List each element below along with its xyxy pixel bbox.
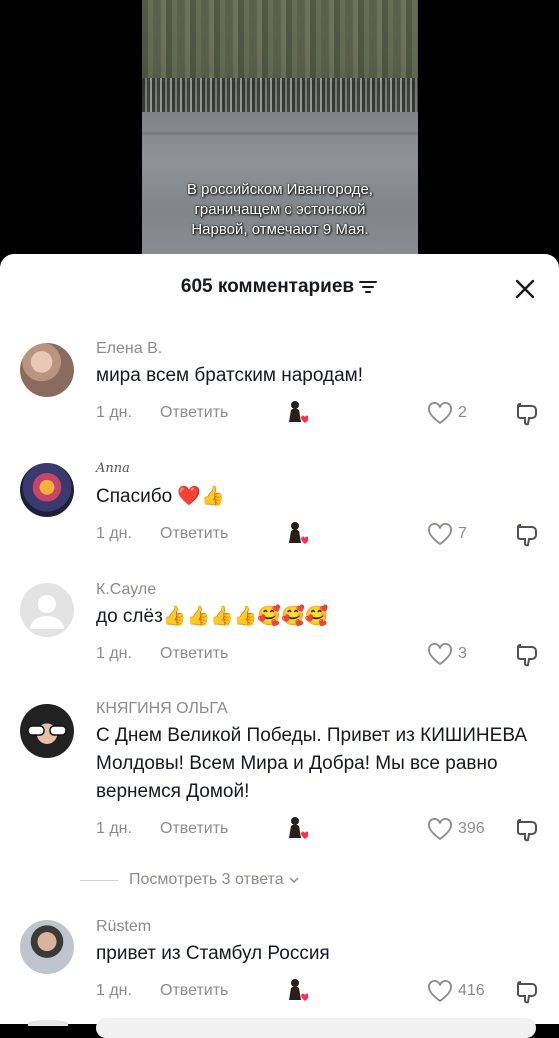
like-count: 2 — [458, 404, 467, 421]
caption-line: граничащем с эстонской — [194, 201, 366, 218]
caption-line: В российском Ивангороде, — [187, 181, 373, 198]
reply-button[interactable]: Ответить — [160, 982, 228, 1000]
creator-liked-icon — [289, 817, 308, 839]
avatar[interactable] — [20, 583, 74, 637]
video-trees — [142, 0, 418, 82]
comment-text: Спасибо ❤️👍 — [96, 486, 225, 507]
video-crowd — [142, 78, 418, 112]
default-avatar-icon — [30, 595, 64, 629]
like-count: 7 — [458, 525, 467, 542]
comment-text: С Днем Великой Победы. Привет из КИШИНЕВ… — [96, 725, 528, 802]
view-replies[interactable]: Посмотреть 3 ответа — [80, 869, 540, 893]
comment-author[interactable]: Rüstem — [96, 918, 151, 936]
heart-icon — [428, 980, 452, 1003]
chevron-down-icon — [289, 877, 299, 883]
comment-time: 1 дн. — [96, 525, 132, 542]
dislike-icon[interactable] — [516, 522, 544, 550]
avatar[interactable] — [20, 343, 74, 397]
comment-author[interactable]: Елена В. — [96, 340, 162, 358]
dislike-icon[interactable] — [516, 642, 544, 670]
heart-icon — [428, 402, 452, 425]
like-count: 3 — [458, 645, 467, 662]
reply-button[interactable]: Ответить — [160, 645, 228, 663]
comment-author[interactable]: КНЯГИНЯ ОЛЬГА — [96, 700, 228, 718]
comment-time: 1 дн. — [96, 820, 132, 837]
caption-line: Нарвой, отмечают 9 Мая. — [191, 221, 369, 238]
avatar[interactable] — [20, 704, 74, 758]
view-replies-text: Посмотреть 3 ответа — [129, 871, 284, 888]
comments-sheet: 605 комментариев Елена В. мира всем брат… — [0, 254, 559, 1038]
creator-liked-icon — [289, 522, 308, 544]
comment-text: привет из Стамбул Россия — [96, 943, 330, 964]
avatar[interactable] — [20, 920, 74, 974]
heart-icon — [428, 643, 452, 666]
dislike-icon[interactable] — [516, 817, 544, 845]
view-replies-label[interactable]: Посмотреть 3 ответа — [129, 871, 300, 889]
dislike-icon[interactable] — [516, 401, 544, 429]
reply-button[interactable]: Ответить — [160, 404, 228, 422]
close-icon[interactable] — [512, 276, 538, 302]
reply-button[interactable]: Ответить — [160, 525, 228, 543]
comments-header: 605 комментариев — [0, 254, 559, 320]
comment-time: 1 дн. — [96, 982, 132, 999]
heart-icon — [428, 523, 452, 546]
sunglasses-icon — [27, 725, 67, 736]
video-caption: В российском Ивангороде, граничащем с эс… — [142, 180, 418, 240]
comment-time: 1 дн. — [96, 645, 132, 662]
comment-text: до слёз👍👍👍👍🥰🥰🥰 — [96, 606, 329, 627]
heart-icon — [428, 818, 452, 841]
comment-author[interactable]: К.Сауле — [96, 581, 156, 599]
comments-count-label: 605 комментариев — [180, 276, 355, 297]
comment-author[interactable]: Anna — [96, 461, 130, 476]
comment-time: 1 дн. — [96, 404, 132, 421]
creator-liked-icon — [289, 979, 308, 1001]
comments-count-title[interactable]: 605 комментариев — [0, 276, 559, 298]
replies-divider — [80, 880, 118, 881]
input-avatar — [28, 1020, 68, 1026]
creator-liked-icon — [289, 401, 308, 423]
like-count: 396 — [458, 820, 485, 837]
avatar[interactable] — [20, 463, 74, 517]
dislike-icon[interactable] — [516, 979, 544, 1007]
video-player[interactable]: В российском Ивангороде, граничащем с эс… — [0, 0, 559, 275]
comment-text: мира всем братским народам! — [96, 365, 364, 386]
reply-button[interactable]: Ответить — [160, 820, 228, 838]
like-count: 416 — [458, 982, 485, 999]
comment-input[interactable] — [96, 1018, 536, 1038]
sort-icon[interactable] — [358, 279, 378, 295]
